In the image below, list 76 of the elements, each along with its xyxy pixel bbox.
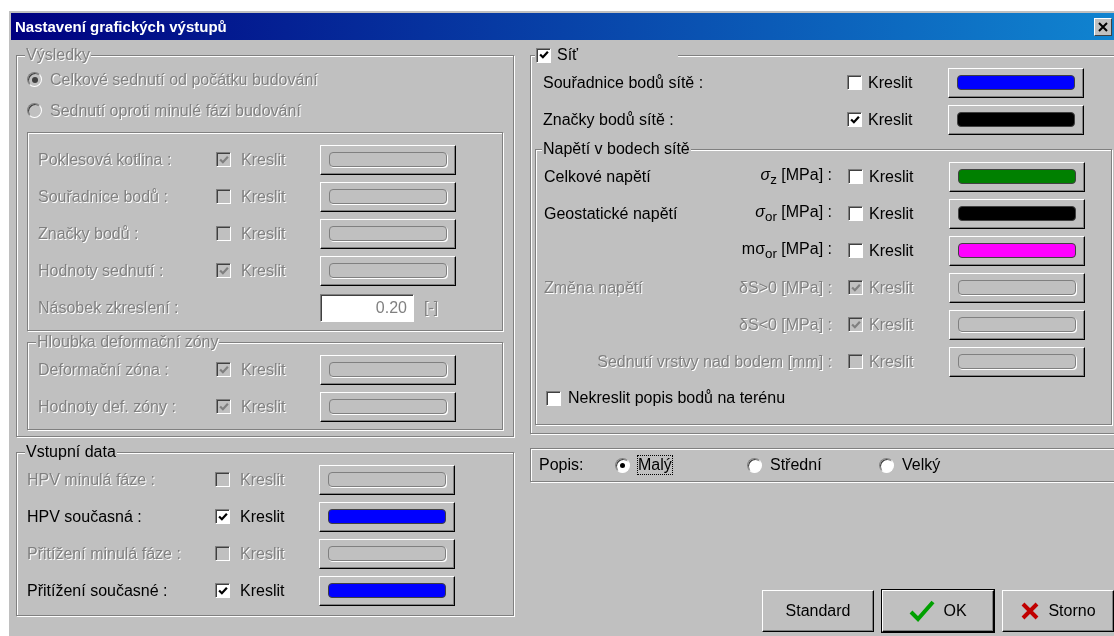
color-button[interactable] <box>320 218 456 249</box>
radio-label[interactable]: Střední <box>770 456 822 474</box>
quantity-label: mσ$_{or}$ [MPa] : <box>740 239 833 262</box>
color-button[interactable] <box>949 198 1085 229</box>
standard-button[interactable]: Standard <box>762 590 874 632</box>
checkbox[interactable] <box>848 169 863 184</box>
window-title: Nastavení grafických výstupů <box>15 18 227 35</box>
checkbox[interactable] <box>215 583 230 598</box>
close-button[interactable] <box>1094 17 1112 36</box>
color-button[interactable] <box>319 575 455 606</box>
radio-button[interactable] <box>747 457 762 473</box>
cancel-button[interactable]: Storno <box>1002 590 1114 632</box>
row-label: Násobek zkreslení : <box>38 298 180 317</box>
checkbox-label[interactable]: Kreslit <box>869 241 949 260</box>
row-label: Poklesová kotlina : <box>38 150 173 169</box>
checkbox-label[interactable]: Kreslit <box>869 204 949 223</box>
checkbox[interactable] <box>848 243 863 258</box>
checkbox-label[interactable]: Nekreslit popis bodů na terénu <box>568 389 786 407</box>
row-label: Změna napětí <box>544 278 644 297</box>
color-button[interactable] <box>320 255 456 286</box>
color-button[interactable] <box>948 67 1084 98</box>
color-button[interactable] <box>949 346 1085 377</box>
color-button[interactable] <box>948 104 1084 135</box>
unit-label: [-] <box>424 298 440 317</box>
checkbox-label[interactable]: Síť <box>557 46 579 64</box>
row-label: Souřadnice bodů sítě : <box>543 73 705 92</box>
checkbox-label[interactable]: Kreslit <box>240 581 319 600</box>
row-label: Deformační zóna : <box>38 360 170 379</box>
color-button[interactable] <box>319 538 455 569</box>
radio-label[interactable]: Malý <box>638 456 672 474</box>
color-button[interactable] <box>320 354 456 385</box>
color-button[interactable] <box>949 235 1085 266</box>
row-label: Přitížení současné : <box>27 581 169 600</box>
row-label: Značky bodů sítě : <box>543 110 675 129</box>
radio-label[interactable]: Velký <box>902 456 941 474</box>
group-title: Vstupní data <box>25 443 117 461</box>
color-button[interactable] <box>949 309 1085 340</box>
group-title: Napětí v bodech sítě <box>542 140 691 158</box>
quantity-label: δS<0 [MPa] : <box>738 315 833 334</box>
checkbox[interactable] <box>536 47 551 63</box>
checkbox-label[interactable]: Kreslit <box>868 110 948 129</box>
checkbox-label[interactable]: Kreslit <box>868 73 948 92</box>
row-label: Hodnoty def. zóny : <box>38 397 177 416</box>
color-button[interactable] <box>320 391 456 422</box>
quantity-label: Sednutí vrstvy nad bodem [mm] : <box>596 352 833 371</box>
quantity-label: δS>0 [MPa] : <box>738 278 833 297</box>
checkbox[interactable] <box>848 206 863 221</box>
color-button[interactable] <box>320 181 456 212</box>
check-icon <box>909 600 936 622</box>
label-size-label: Popis: <box>539 456 585 474</box>
checkbox-label[interactable]: Kreslit <box>869 167 949 186</box>
checkbox[interactable] <box>215 509 230 524</box>
cross-icon <box>1020 601 1041 621</box>
color-button[interactable] <box>320 144 456 175</box>
color-button[interactable] <box>949 161 1085 192</box>
row-label: HPV současná : <box>27 507 143 526</box>
row-label: Celkové napětí <box>544 167 652 186</box>
row-label: Geostatické napětí <box>544 204 679 223</box>
quantity-label: σ$_{or}$ [MPa] : <box>754 202 833 225</box>
checkbox[interactable] <box>546 390 561 406</box>
group-title: Výsledky <box>25 46 92 64</box>
row-label: Hodnoty sednutí : <box>38 261 165 280</box>
checkbox[interactable] <box>847 112 862 127</box>
color-button[interactable] <box>319 501 455 532</box>
row-label: Přitížení minulá fáze : <box>27 544 182 563</box>
group-title: Hloubka deformační zóny <box>36 333 220 351</box>
row-label: Souřadnice bodů : <box>38 187 169 206</box>
ok-button[interactable]: OK <box>882 590 994 632</box>
quantity-label: σ$_{z}$ [MPa] : <box>759 165 833 188</box>
color-button[interactable] <box>949 272 1085 303</box>
color-button[interactable] <box>319 464 455 495</box>
row-label: HPV minulá fáze : <box>27 470 157 489</box>
row-label: Značky bodů : <box>38 224 140 243</box>
checkbox-label[interactable]: Kreslit <box>240 507 319 526</box>
close-icon <box>1098 21 1108 32</box>
checkbox[interactable] <box>847 75 862 90</box>
